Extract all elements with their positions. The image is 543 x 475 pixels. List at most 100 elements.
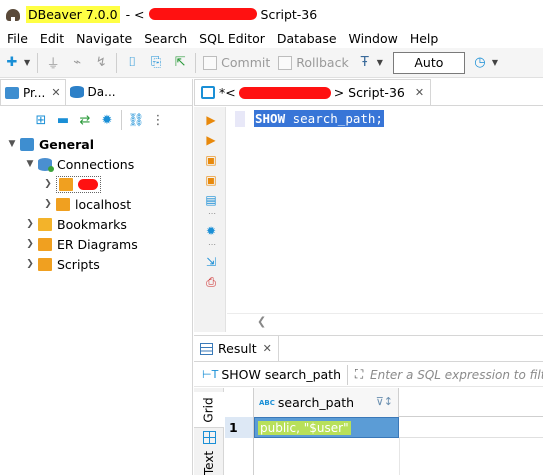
sql-script-icon [201,86,215,99]
tree-item-label: ER Diagrams [57,236,138,252]
transaction-mode-combo[interactable]: Auto [392,51,465,74]
column-divider [399,438,400,475]
close-icon[interactable]: ✕ [51,86,60,99]
menu-navigate[interactable]: Navigate [69,31,137,46]
close-icon[interactable]: ✕ [415,86,424,99]
connect-plug-icon[interactable]: ⏚ [44,54,62,72]
er-diagrams-icon [38,237,52,251]
link-with-editor-icon[interactable]: ⇄ [76,112,94,128]
scroll-left-icon[interactable]: ❮ [257,315,266,328]
expand-toggle-icon[interactable]: ❯ [42,179,54,189]
database-folder-icon [56,197,70,211]
tree-item-er-diagrams[interactable]: ❯ ER Diagrams [0,234,192,254]
filter-sort-icon[interactable]: ⊽↕ [376,395,393,408]
query-text: SHOW search_path [221,367,342,382]
disconnect-plug-icon[interactable]: ⌁ [68,54,86,72]
sql-editor-icon[interactable]: ⌷ [123,54,141,72]
tab-database-label: Da... [87,85,116,99]
transaction-log-clock-icon[interactable]: ◷ [471,54,489,72]
query-text-icon: ⊢T [202,368,219,381]
column-header-search-path[interactable]: ABC search_path ⊽↕ [254,388,399,417]
cell-value: public, "$user" [258,420,351,435]
menu-edit[interactable]: Edit [33,31,69,46]
tab-grid[interactable]: Grid [194,392,224,428]
table-row[interactable]: 1 public, "$user" [225,417,543,438]
execute-statement-icon[interactable]: ▶ [204,113,218,127]
dbeaver-logo-icon [4,5,22,23]
expand-toggle-icon[interactable]: ▼ [24,159,36,169]
commit-label: Commit [221,55,271,70]
editor-horizontal-scrollbar[interactable]: ❮ [227,313,543,331]
tree-item-scripts[interactable]: ❯ Scripts [0,254,192,274]
tab-script-36[interactable]: *< > Script-36 ✕ [194,79,432,105]
chevron-down-icon[interactable]: ▼ [492,58,498,67]
tree-item-bookmarks[interactable]: ❯ Bookmarks [0,214,192,234]
invalidate-reconnect-icon[interactable]: ↯ [92,54,110,72]
expand-toggle-icon[interactable]: ❯ [24,259,36,269]
redacted-connection-name [238,86,331,99]
tree-item-general[interactable]: ▼ General [0,134,192,154]
menu-file[interactable]: File [0,31,33,46]
tree-item-localhost[interactable]: ❯ localhost [0,194,192,214]
new-script-icon[interactable]: ⎘ [147,54,165,72]
results-grid: ABC search_path ⊽↕ 1 public, "$user" [225,388,543,475]
filter-input[interactable]: Enter a SQL expression to filter results… [370,365,543,385]
execute-script-icon[interactable]: ▣ [204,153,218,167]
tree-item-label: Scripts [57,256,100,272]
sql-editor[interactable]: SHOW search_path; [227,107,543,313]
new-connection-icon[interactable]: ✚ [3,54,21,72]
expand-toggle-icon[interactable]: ❯ [24,239,36,249]
bookmarks-icon [38,217,52,231]
menu-sql-editor[interactable]: SQL Editor [192,31,270,46]
expand-toggle-icon[interactable]: ▼ [6,139,18,149]
grid-corner[interactable] [225,388,254,417]
export-icon[interactable]: ⇲ [204,255,218,269]
toolbar-divider [195,52,197,73]
result-grid-icon [200,342,213,355]
grid-cell-selected[interactable]: public, "$user" [254,417,399,438]
commit-icon [203,55,218,70]
execute-script-new-tab-icon[interactable]: ▣ [204,173,218,187]
chevron-down-icon[interactable]: ▼ [24,58,30,67]
tree-item-redacted-connection[interactable]: ❯ [0,174,192,194]
editor-side-toolbar: ▶ ▶ ▣ ▣ ▤ ⋯ ✹ ⋯ ⇲ ⎙ [194,107,226,332]
gear-icon[interactable]: ✹ [204,224,218,238]
expand-toggle-icon[interactable]: ❯ [42,199,54,209]
menu-search[interactable]: Search [137,31,192,46]
menu-database[interactable]: Database [270,31,342,46]
transaction-mode-icon[interactable]: Ŧ [356,54,374,72]
explain-plan-icon[interactable]: ▤ [204,193,218,207]
executed-query-label[interactable]: ⊢T SHOW search_path [194,364,349,385]
close-icon[interactable]: ✕ [263,342,272,355]
row-number[interactable]: 1 [225,417,254,438]
tab-result[interactable]: Result ✕ [194,336,279,361]
text-type-icon: ABC [259,398,275,407]
editor-tabs: *< > Script-36 ✕ [194,79,543,106]
sql-statement[interactable]: SHOW search_path; [254,110,384,127]
link-chain-icon[interactable]: ⛓ [127,112,145,128]
chevron-down-icon[interactable]: ▼ [377,58,383,67]
menu-bar: File Edit Navigate Search SQL Editor Dat… [0,28,543,48]
new-folder-icon[interactable]: ⊞ [32,112,50,128]
gear-icon[interactable]: ✹ [98,112,116,128]
tab-script-label: > Script-36 [333,85,405,100]
open-recent-script-icon[interactable]: ⇱ [171,54,189,72]
collapse-all-icon[interactable]: ▬ [54,112,72,128]
menu-help[interactable]: Help [403,31,444,46]
rollback-button[interactable]: Rollback [278,55,349,70]
tree-item-connections[interactable]: ▼ Connections [0,154,192,174]
commit-button[interactable]: Commit [203,55,270,70]
result-view-switcher: Grid Text [194,388,224,475]
expand-toggle-icon[interactable]: ❯ [24,219,36,229]
tab-projects[interactable]: Pr... ✕ [0,79,66,105]
load-script-icon[interactable]: ⎙ [204,275,218,289]
more-options-icon[interactable]: ⋮ [149,112,167,128]
tab-text[interactable]: Text [194,450,224,475]
execute-new-tab-icon[interactable]: ▶ [204,133,218,147]
expand-filter-icon[interactable]: ⛶ [350,367,368,382]
tab-database-navigator[interactable]: Da... [66,79,120,105]
grid-icon[interactable] [203,431,216,444]
scripts-folder-icon [38,257,52,271]
toolbar-divider [37,52,39,73]
menu-window[interactable]: Window [342,31,403,46]
